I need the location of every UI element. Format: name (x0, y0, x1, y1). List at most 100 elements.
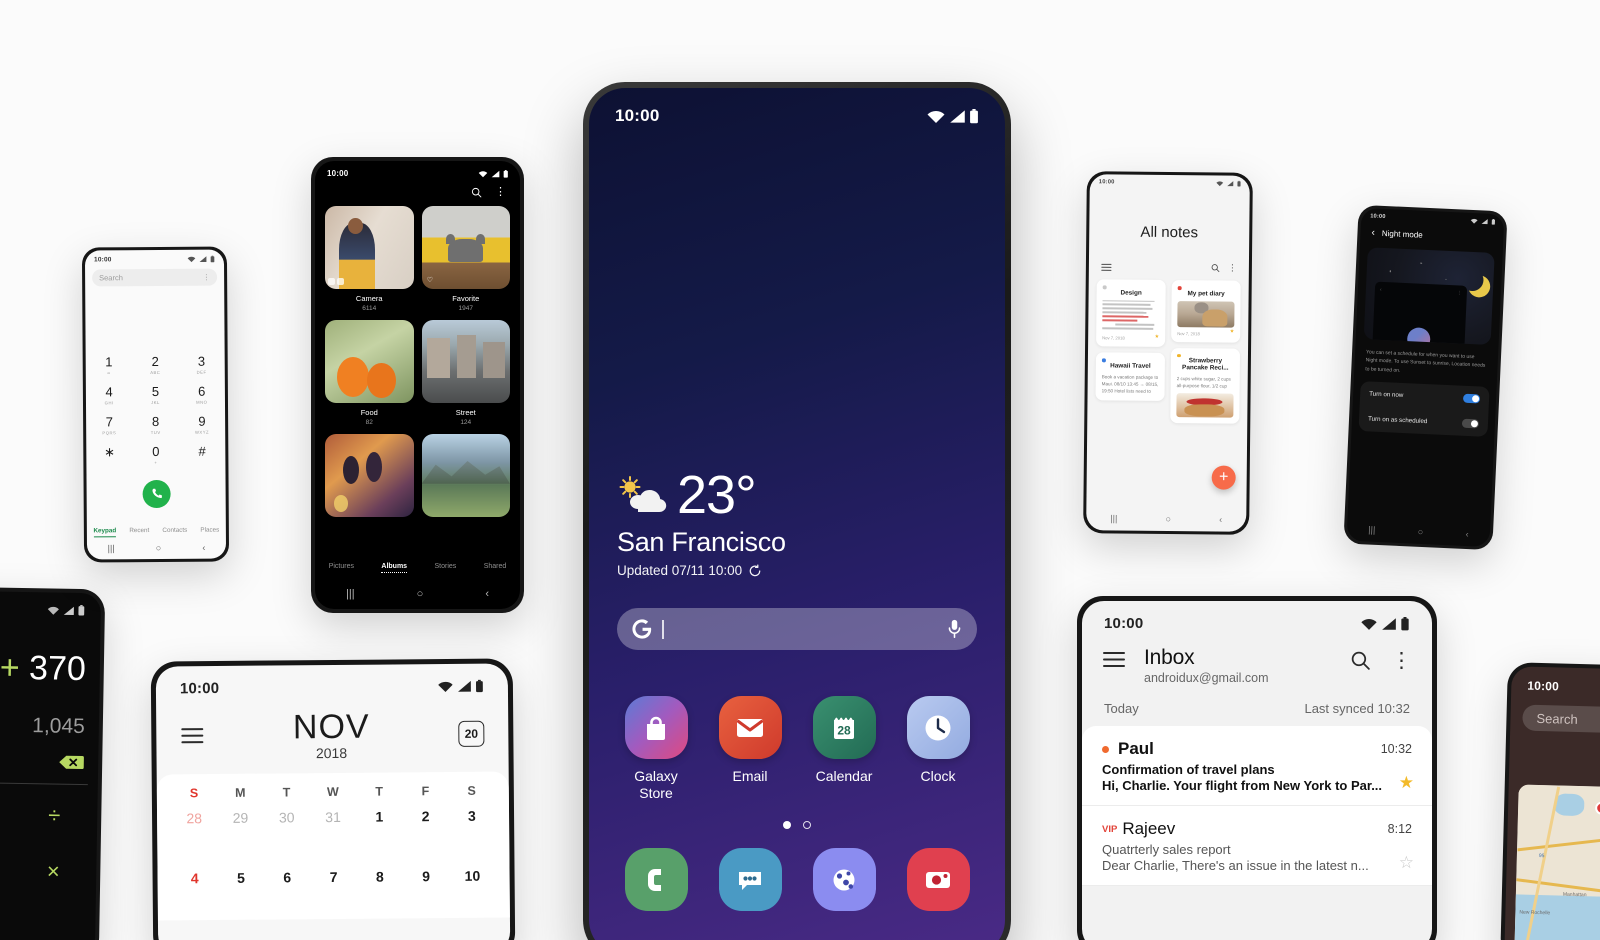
dial-key-8[interactable]: 8 TUV (132, 414, 178, 435)
note-card-my-pet-diary[interactable]: My pet diary Nov 7, 2018 ★ (1171, 280, 1241, 343)
more-vertical-icon[interactable]: ⋮ (495, 187, 506, 198)
note-card-design[interactable]: Design Nov 7, 2018 ★ (1096, 279, 1166, 348)
dialer-tab-contacts[interactable]: Contacts (162, 527, 187, 537)
calendar-header[interactable]: NOV 2018 20 (156, 694, 509, 762)
gallery-tab-shared[interactable]: Shared (484, 563, 507, 573)
back-icon[interactable]: ‹ (1219, 515, 1222, 525)
main-home-screen-phone[interactable]: 10:00 23° San Francisco Updated 07/11 10… (583, 82, 1011, 940)
calendar-day[interactable]: 3 (449, 798, 496, 858)
night-nav-bar[interactable]: ||| ○ ‹ (1347, 517, 1491, 547)
app-galaxy-store[interactable]: Galaxy Store (609, 696, 703, 801)
gallery-album-food[interactable]: Food 82 (325, 320, 414, 426)
gallery-album-street[interactable]: Street 124 (421, 320, 510, 426)
more-vertical-icon[interactable]: ⋮ (1228, 263, 1237, 273)
speech-bubble-icon[interactable] (718, 848, 782, 911)
hamburger-icon[interactable] (180, 727, 204, 744)
gallery-album-grid[interactable]: Camera 6114 ♡ Favorite 1947 Food 82 Stre… (315, 198, 520, 517)
gallery-toolbar[interactable]: ⋮ (315, 178, 520, 198)
calendar-grid[interactable]: S M T W T F S 28 29 30 31 1 2 3 4 5 6 7 … (156, 771, 510, 921)
dialer-tab-places[interactable]: Places (200, 527, 219, 537)
back-icon[interactable]: ‹ (202, 543, 205, 553)
calendar-day[interactable]: 29 (217, 800, 264, 860)
gallery-album-6[interactable] (421, 434, 510, 517)
dial-key-star[interactable]: ∗ (86, 444, 132, 465)
dialer-nav-bar[interactable]: ||| ○ ‹ (87, 537, 226, 560)
calendar-day[interactable]: 5 (218, 860, 265, 920)
gallery-tab-albums[interactable]: Albums (381, 563, 408, 573)
email-list[interactable]: Paul 10:32 Confirmation of travel plans … (1082, 726, 1432, 886)
gallery-phone[interactable]: 10:00 ⋮ Camera 6114 ♡ Favorite 1947 Food… (311, 157, 524, 613)
dialer-tab-keypad[interactable]: Keypad (93, 527, 117, 538)
gallery-tabs[interactable]: Pictures Albums Stories Shared (315, 563, 520, 573)
calculator-keypad[interactable]: % ÷ 9 × (0, 783, 98, 886)
gallery-album-camera[interactable]: Camera 6114 (325, 206, 414, 312)
more-vertical-icon[interactable]: ⋮ (1391, 650, 1412, 671)
dial-key-hash[interactable]: # (179, 444, 225, 465)
back-chevron-icon[interactable]: ‹ (1371, 227, 1375, 238)
dock[interactable] (609, 848, 985, 911)
dial-key-4[interactable]: 4 GHI (86, 384, 132, 405)
search-icon[interactable] (1211, 263, 1220, 273)
calculator-key-divide[interactable]: ÷ (21, 802, 87, 829)
page-dot[interactable] (803, 821, 811, 829)
home-page-indicator[interactable] (589, 821, 1005, 829)
calendar-week-1[interactable]: 28 29 30 31 1 2 3 (171, 798, 496, 861)
recents-icon[interactable]: ||| (1368, 525, 1375, 535)
dialer-keypad[interactable]: 1 ∞ 2 ABC 3 DEF 4 GHI 5 JKL 6 MNO 7 PQRS 8 TUV 9… (86, 354, 226, 466)
calendar-day[interactable]: 6 (264, 859, 311, 919)
calendar-day[interactable]: 9 (403, 858, 450, 918)
app-clock[interactable]: Clock (891, 696, 985, 801)
home-icon[interactable]: ○ (417, 588, 424, 600)
camera-icon[interactable] (906, 848, 970, 911)
calendar-day[interactable]: 10 (449, 858, 496, 918)
dial-key-0[interactable]: 0 + (133, 444, 179, 465)
calendar-day[interactable]: 30 (263, 799, 310, 859)
gallery-tab-stories[interactable]: Stories (434, 563, 456, 573)
google-search-bar[interactable] (617, 608, 977, 650)
dialer-search-field[interactable]: Search ⋮ (92, 268, 218, 287)
toggle-turn-on-as-scheduled[interactable] (1461, 418, 1480, 429)
microphone-icon[interactable] (946, 618, 963, 640)
night-mode-phone[interactable]: 10:00 ‹ Night mode ‹ ⋮ You can set a sch… (1343, 204, 1508, 551)
setting-turn-on-as-scheduled[interactable]: Turn on as scheduled (1359, 406, 1489, 437)
back-icon[interactable]: ‹ (485, 588, 489, 600)
email-row-rajeev[interactable]: VIP Rajeev 8:12 Quatrterly sales report … (1082, 806, 1432, 886)
search-icon[interactable] (471, 187, 482, 198)
home-icon[interactable]: ○ (156, 543, 162, 553)
notes-phone[interactable]: 10:00 All notes ⋮ Design Nov 7, 2018 ★ H… (1083, 171, 1253, 535)
dial-key-5[interactable]: 5 JKL (132, 384, 178, 405)
recents-icon[interactable]: ||| (1110, 513, 1117, 523)
app-calendar[interactable]: 28 Calendar (797, 696, 891, 801)
add-note-fab[interactable]: + (1211, 465, 1236, 490)
dial-key-2[interactable]: 2 ABC (132, 354, 178, 375)
notes-nav-bar[interactable]: ||| ○ ‹ (1086, 506, 1246, 532)
calendar-day[interactable]: 28 (171, 800, 218, 860)
dial-key-6[interactable]: 6 MNO (179, 384, 225, 405)
night-mode-settings-list[interactable]: Turn on now Turn on as scheduled (1358, 380, 1490, 437)
calculator-phone[interactable]: + 370 1,045 % ÷ 9 × (0, 586, 106, 940)
map-preview-card[interactable]: 95 Manhattan New Rochelle (1513, 784, 1600, 940)
note-card-strawberry-pancake[interactable]: Strawberry Pancake Reci... 2 cups white … (1170, 347, 1241, 424)
calendar-phone[interactable]: 10:00 NOV 2018 20 S M T W T F S 28 29 30… (150, 658, 516, 940)
dial-key-7[interactable]: 7 PQRS (86, 414, 132, 435)
dialer-tab-recent[interactable]: Recent (129, 527, 149, 537)
calendar-day[interactable]: 8 (357, 858, 404, 918)
calculator-key-multiply[interactable]: × (20, 858, 86, 885)
backspace-icon[interactable] (58, 755, 84, 770)
notes-toolbar[interactable]: ⋮ (1089, 240, 1249, 273)
refresh-icon[interactable] (748, 563, 762, 578)
dial-key-3[interactable]: 3 DEF (178, 354, 224, 375)
today-badge[interactable]: 20 (458, 720, 485, 747)
dialer-phone[interactable]: 10:00 Search ⋮ 1 ∞ 2 ABC 3 DEF 4 GHI 5 JKL 6M… (81, 246, 230, 563)
maps-search-field[interactable]: Search (1522, 704, 1600, 734)
home-icon[interactable]: ○ (1418, 527, 1424, 537)
page-dot-active[interactable] (783, 821, 791, 829)
internet-orbit-icon[interactable] (812, 848, 876, 911)
more-vertical-icon[interactable]: ⋮ (203, 273, 211, 282)
home-icon[interactable]: ○ (1165, 514, 1171, 524)
calendar-day[interactable]: 31 (310, 799, 357, 859)
email-phone[interactable]: 10:00 Inbox androidux@gmail.com ⋮ Today … (1077, 596, 1437, 940)
calculator-key-percent[interactable]: % (0, 801, 22, 828)
gallery-nav-bar[interactable]: ||| ○ ‹ (315, 579, 520, 609)
gallery-album-5[interactable] (325, 434, 414, 517)
